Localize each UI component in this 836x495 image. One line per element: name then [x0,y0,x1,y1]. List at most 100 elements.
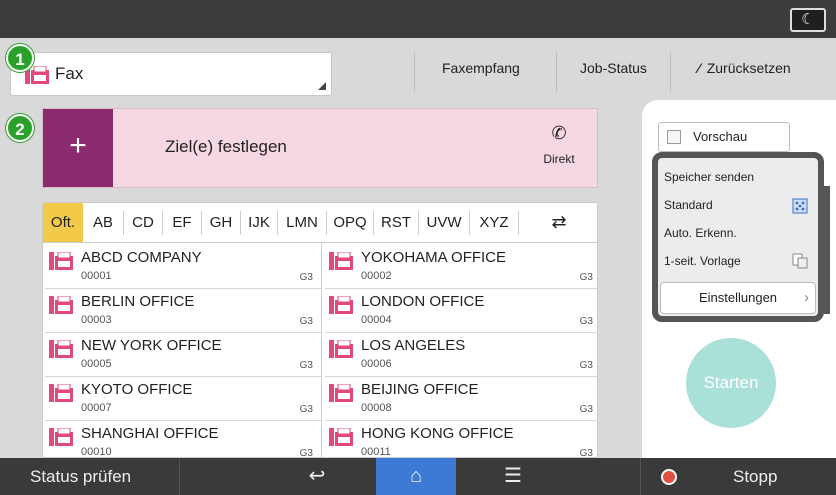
tab-rst[interactable]: RST [374,203,418,242]
address-entry[interactable]: LOS ANGELES 00006 G3 [325,333,597,377]
reset-icon: ⁄⁄ [698,60,700,76]
home-icon: ⌂ [409,465,423,487]
reset-button[interactable]: ⁄⁄ Zurücksetzen [698,60,791,76]
fax-screen: Fax Faxempfang Job-Status ⁄⁄ Zurücksetzen… [0,38,836,458]
address-entry[interactable]: KYOTO OFFICE 00007 G3 [45,377,321,421]
direct-label: Direkt [543,152,575,166]
menu-icon: ☰ [504,465,522,487]
tab-uvw[interactable]: UVW [419,203,469,242]
chevron-right-icon: › [804,289,809,306]
tab-ab[interactable]: AB [83,203,123,242]
entry-name: NEW YORK OFFICE [81,337,222,354]
entry-number: 00001 [81,270,112,282]
address-entry[interactable]: BERLIN OFFICE 00003 G3 [45,289,321,333]
entry-name: BEIJING OFFICE [361,381,479,398]
entry-number: 00002 [361,270,392,282]
fax-icon [49,340,73,358]
preview-label: Vorschau [693,129,748,144]
entry-mode: G3 [299,360,313,371]
destination-label: Ziel(e) festlegen [165,137,287,156]
entry-mode: G3 [299,316,313,327]
entry-number: 00006 [361,358,392,370]
tab-oft[interactable]: Oft. [43,203,83,242]
step-badge-2: 2 [6,114,34,142]
function-selector[interactable]: Fax [10,52,332,96]
resolution-icon [792,198,808,214]
stop-button[interactable]: Stopp [640,458,836,495]
entry-number: 00008 [361,402,392,414]
address-entry[interactable]: BEIJING OFFICE 00008 G3 [325,377,597,421]
stop-icon [661,469,677,485]
address-entry[interactable]: SHANGHAI OFFICE 00010 G3 [45,421,321,458]
function-label: Fax [55,64,84,83]
start-button[interactable]: Starten [686,338,776,428]
switch-view-button[interactable]: ⇄ [519,203,597,242]
entry-mode: G3 [579,316,593,327]
bottom-bar: Status prüfen ↩ ⌂ ☰ Stopp [0,458,836,495]
tab-xyz[interactable]: XYZ [470,203,518,242]
entry-number: 00003 [81,314,112,326]
fax-icon [49,428,73,446]
entry-number: 00005 [81,358,112,370]
fax-receive-button[interactable]: Faxempfang [442,60,520,76]
entry-number: 00007 [81,402,112,414]
fax-icon [329,384,353,402]
check-status-button[interactable]: Status prüfen [0,458,180,495]
address-entry[interactable]: LONDON OFFICE 00004 G3 [325,289,597,333]
auto-detect-setting: Auto. Erkenn. [664,226,737,240]
address-entry[interactable]: YOKOHAMA OFFICE 00002 G3 [325,245,597,289]
settings-button-label: Einstellungen [698,290,778,305]
entry-name: SHANGHAI OFFICE [81,425,219,442]
tab-lmn[interactable]: LMN [278,203,326,242]
entry-name: LONDON OFFICE [361,293,485,310]
entry-number: 00011 [361,446,391,458]
entry-number: 00010 [81,446,112,458]
entry-name: ABCD COMPANY [81,249,202,266]
fax-icon [49,384,73,402]
tab-cd[interactable]: CD [124,203,162,242]
scan-settings-summary: Speicher senden Standard Auto. Erkenn. 1… [652,152,824,322]
destination-panel: + Ziel(e) festlegen ✆ Direkt [42,108,598,188]
energy-saver-button[interactable]: ☾ [790,8,826,32]
header-divider [414,52,415,92]
back-icon: ↩ [308,465,326,487]
one-sided-setting: 1-seit. Vorlage [664,254,741,268]
document-orientation-icon [792,253,808,269]
index-tabs: Oft. AB CD EF GH IJK LMN OPQ RST UVW XYZ… [43,203,597,243]
settings-panel: Vorschau Speicher senden Standard Auto. … [642,100,836,458]
entry-number: 00004 [361,314,392,326]
address-entry[interactable]: NEW YORK OFFICE 00005 G3 [45,333,321,377]
preview-checkbox[interactable] [667,130,681,144]
address-entry[interactable]: ABCD COMPANY 00001 G3 [45,245,321,289]
tab-ijk[interactable]: IJK [241,203,277,242]
home-button[interactable]: ⌂ [376,458,456,495]
back-button[interactable]: ↩ [282,458,352,495]
entry-mode: G3 [299,448,313,458]
entry-name: HONG KONG OFFICE [361,425,514,442]
tab-gh[interactable]: GH [202,203,240,242]
memory-send-setting: Speicher senden [664,170,755,184]
menu-button[interactable]: ☰ [478,458,548,495]
entry-mode: G3 [579,448,593,458]
preview-toggle[interactable]: Vorschau [658,122,790,152]
address-book: Oft. AB CD EF GH IJK LMN OPQ RST UVW XYZ… [42,202,598,458]
add-destination-button[interactable]: + [43,109,113,187]
entry-name: BERLIN OFFICE [81,293,195,310]
entry-mode: G3 [579,404,593,415]
column-divider [321,243,322,457]
fax-icon [49,252,73,270]
job-status-button[interactable]: Job-Status [580,60,647,76]
settings-button[interactable]: Einstellungen › [660,282,816,314]
dropdown-corner-icon [318,82,326,90]
top-strip: ☾ [0,0,836,38]
direct-entry-button[interactable]: ✆ Direkt [531,123,587,166]
fax-icon [329,340,353,358]
tab-opq[interactable]: OPQ [327,203,373,242]
panel-scroll-indicator [824,186,830,314]
tab-ef[interactable]: EF [163,203,201,242]
moon-icon: ☾ [801,11,815,28]
fax-icon [49,296,73,314]
reset-label: Zurücksetzen [706,60,791,76]
address-entry[interactable]: HONG KONG OFFICE 00011 G3 [325,421,597,458]
entry-name: YOKOHAMA OFFICE [361,249,507,266]
